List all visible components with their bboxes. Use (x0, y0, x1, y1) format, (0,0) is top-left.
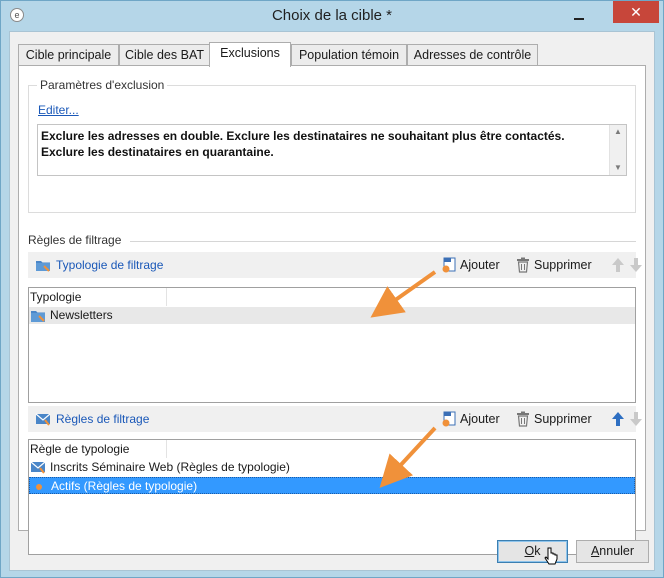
exclusion-summary-box[interactable]: Exclure les adresses en double. Exclure … (37, 124, 627, 176)
trash-icon (517, 411, 529, 427)
tab-population-temoin[interactable]: Population témoin (291, 44, 407, 66)
envelope-rule-icon (30, 461, 46, 474)
typology-list[interactable]: Typologie Newsletters (28, 287, 636, 403)
typology-add-button[interactable]: Ajouter (441, 257, 505, 275)
exclusion-scrollbar[interactable]: ▲ ▼ (609, 125, 626, 175)
rules-add-button[interactable]: Ajouter (441, 411, 505, 429)
scroll-down-icon[interactable]: ▼ (610, 161, 626, 175)
minimize-button[interactable] (568, 7, 590, 25)
typology-toolbar: Typologie de filtrage Ajouter Supprimer (28, 252, 642, 278)
rules-column-header[interactable]: Règle de typologie (29, 440, 167, 458)
close-button[interactable]: ✕ (613, 1, 659, 23)
move-down-icon[interactable] (629, 257, 643, 273)
dialog-client-area: Cible principale Cible des BAT Exclusion… (9, 31, 655, 571)
rules-list-header: Règle de typologie (29, 440, 635, 458)
exclusion-summary-text: Exclure les adresses en double. Exclure … (41, 129, 565, 159)
window-title: Choix de la cible * (271, 7, 393, 24)
move-up-icon[interactable] (611, 257, 625, 273)
scroll-up-icon[interactable]: ▲ (610, 125, 626, 139)
envelope-rule-icon (35, 413, 51, 426)
filter-rules-section-label: Règles de filtrage (28, 233, 122, 247)
tab-exclusions[interactable]: Exclusions (209, 42, 291, 67)
cancel-label-rest: nnuler (599, 544, 635, 558)
mouse-cursor-icon (544, 547, 558, 565)
typology-list-header: Typologie (29, 288, 635, 306)
move-down-icon[interactable] (629, 411, 643, 427)
trash-icon (517, 257, 529, 273)
rules-delete-label: Supprimer (534, 412, 592, 426)
rules-row-label: Actifs (Règles de typologie) (51, 479, 198, 493)
exclusion-settings-group: Paramètres d'exclusion Editer... Exclure… (28, 78, 636, 213)
typology-row-label: Newsletters (50, 308, 113, 322)
typology-delete-label: Supprimer (534, 258, 592, 272)
edit-link[interactable]: Editer... (38, 103, 79, 117)
rules-list[interactable]: Règle de typologie Inscrits Séminaire We… (28, 439, 636, 555)
tab-cible-des-bat[interactable]: Cible des BAT (119, 44, 210, 66)
typology-column-header[interactable]: Typologie (29, 288, 167, 306)
rules-add-label: Ajouter (460, 412, 500, 426)
rule-icon (36, 484, 42, 490)
typology-folder-icon (31, 311, 45, 322)
move-up-icon[interactable] (611, 411, 625, 427)
section-divider (130, 241, 636, 242)
exclusion-settings-label: Paramètres d'exclusion (37, 78, 168, 92)
rules-row-inscrits[interactable]: Inscrits Séminaire Web (Règles de typolo… (29, 459, 635, 476)
typology-delete-button[interactable]: Supprimer (515, 257, 595, 275)
ok-label-rest: k (534, 544, 541, 558)
typology-row-newsletters[interactable]: Newsletters (29, 307, 635, 324)
tab-cible-principale[interactable]: Cible principale (18, 44, 119, 66)
tab-adresses-de-controle[interactable]: Adresses de contrôle (407, 44, 538, 66)
title-bar[interactable]: e Choix de la cible * ✕ (1, 1, 663, 31)
add-icon (442, 411, 456, 427)
tab-panel-exclusions: Paramètres d'exclusion Editer... Exclure… (18, 65, 646, 555)
typology-add-label: Ajouter (460, 258, 500, 272)
rules-toolbar-title[interactable]: Règles de filtrage (56, 412, 149, 426)
rules-delete-button[interactable]: Supprimer (515, 411, 595, 429)
typology-toolbar-title[interactable]: Typologie de filtrage (56, 258, 163, 272)
dialog-window: e Choix de la cible * ✕ Cible principale… (0, 0, 664, 578)
rules-row-actifs[interactable]: Actifs (Règles de typologie) (29, 477, 635, 494)
add-icon (442, 257, 456, 273)
typology-folder-icon (36, 261, 50, 272)
rules-toolbar: Règles de filtrage Ajouter Supprimer (28, 406, 642, 432)
ok-accel: O (524, 544, 535, 558)
rules-row-label: Inscrits Séminaire Web (Règles de typolo… (50, 460, 290, 474)
cancel-button[interactable]: Annuler (576, 540, 649, 563)
